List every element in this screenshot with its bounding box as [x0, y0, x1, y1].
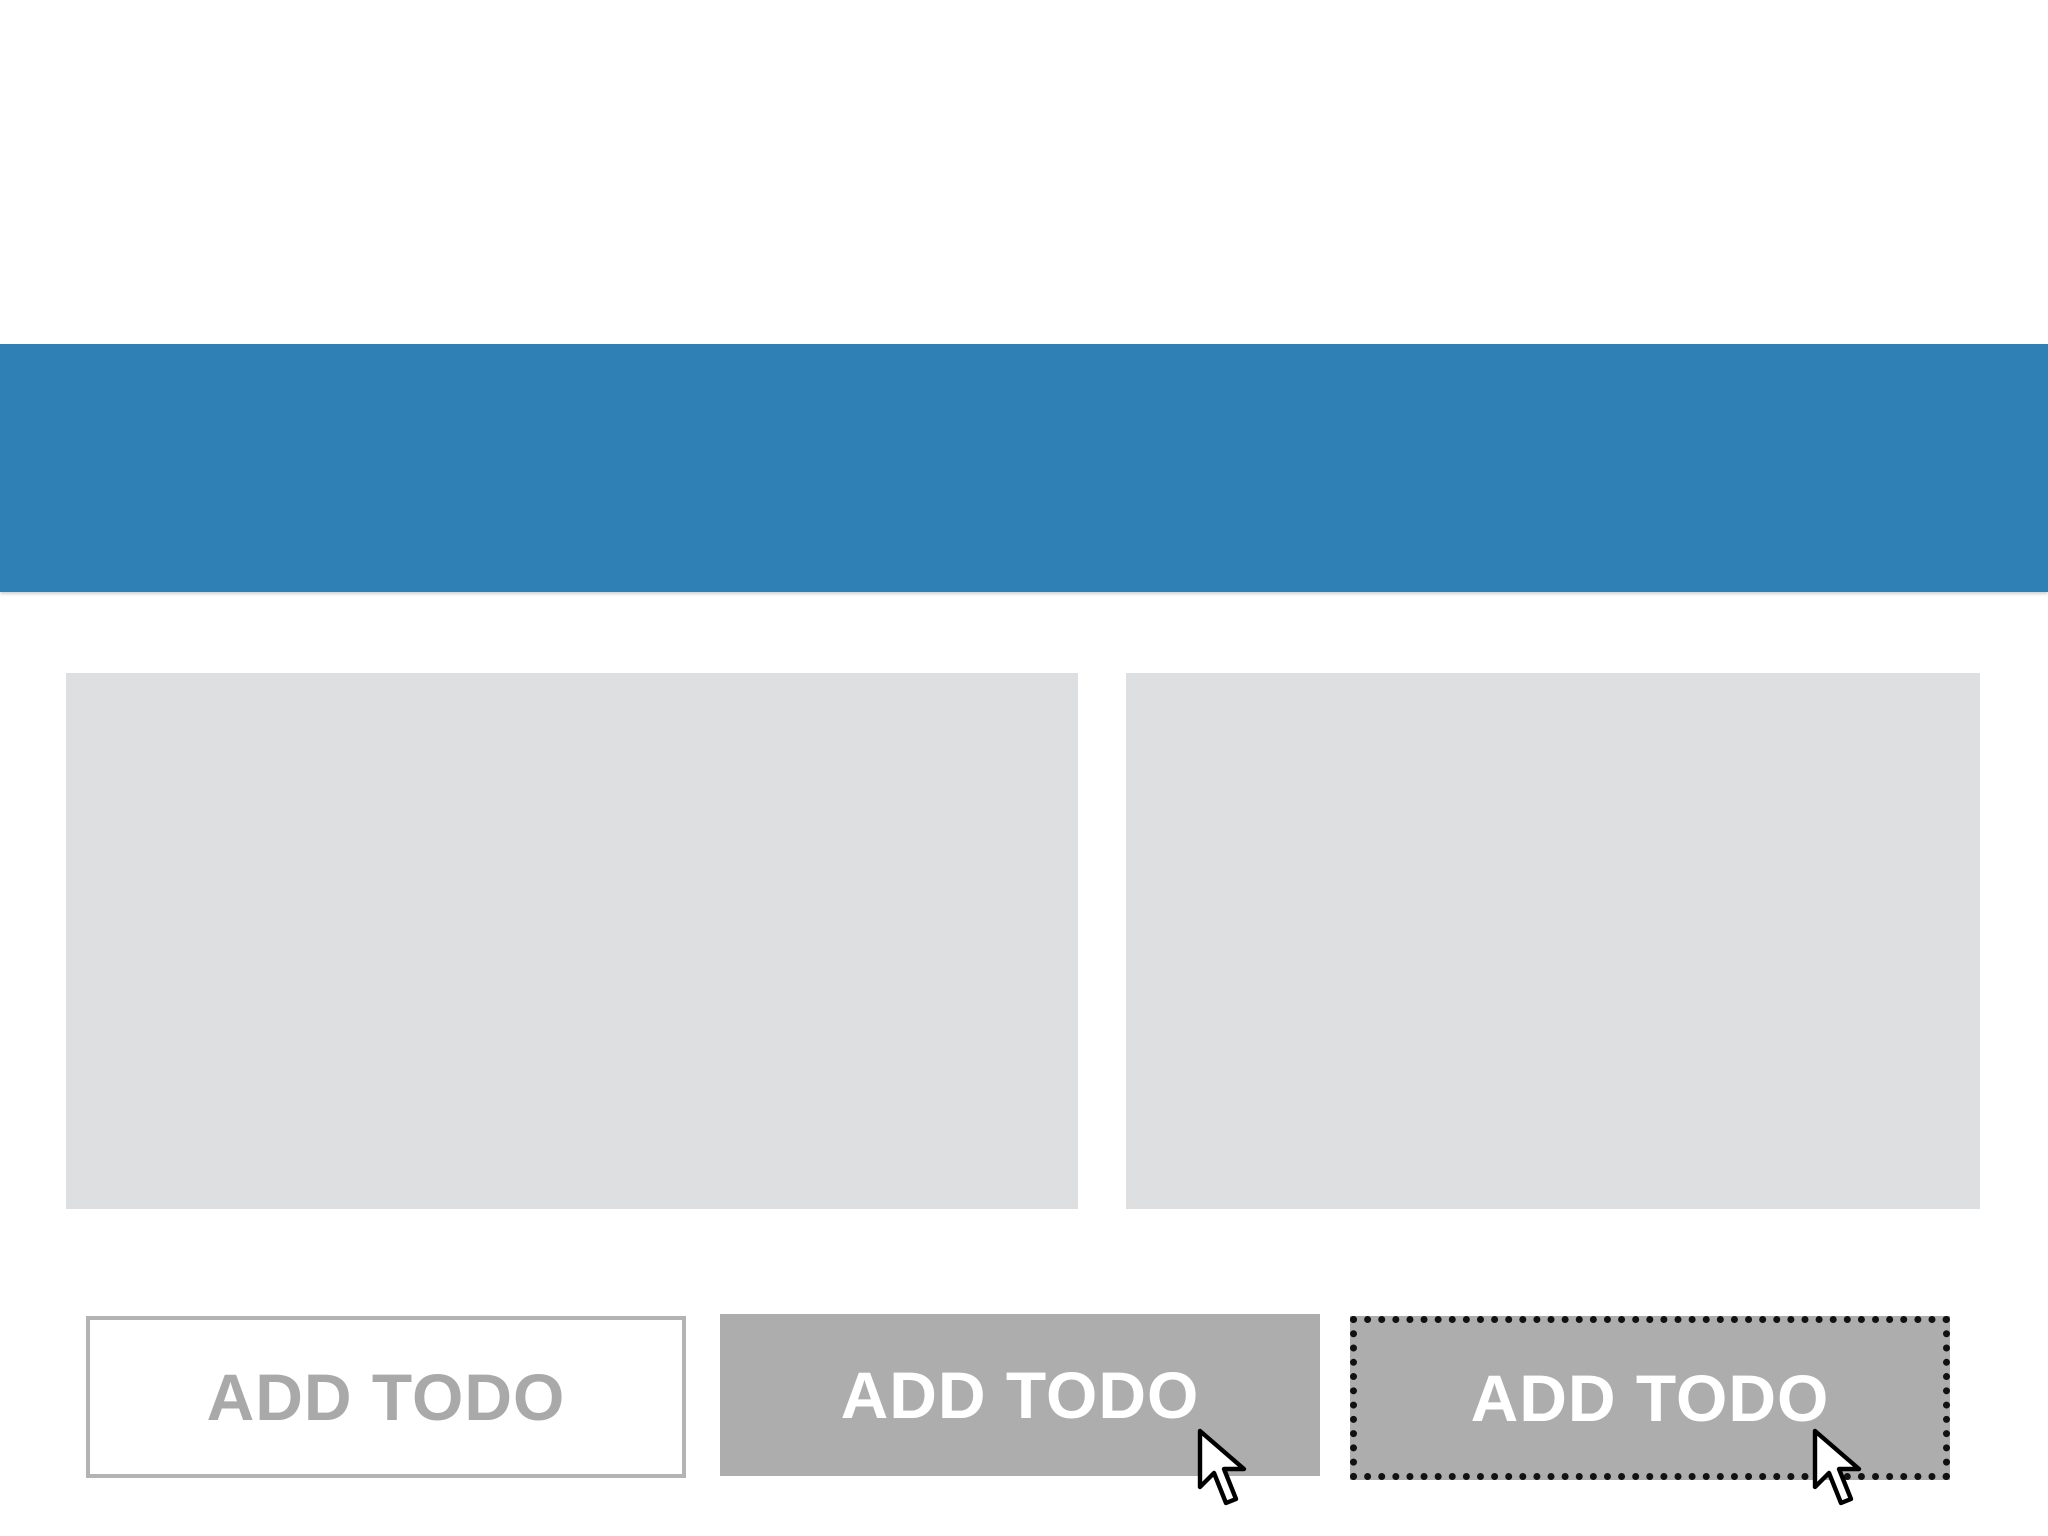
header-bar [0, 344, 2048, 592]
content-panel-right [1126, 673, 1980, 1209]
add-todo-label: ADD TODO [206, 1360, 566, 1434]
content-panel-left [66, 673, 1078, 1209]
add-todo-button-normal[interactable]: ADD TODO [86, 1316, 686, 1478]
mouse-pointer-icon [1197, 1428, 1247, 1506]
add-todo-label: ADD TODO [1470, 1361, 1830, 1435]
add-todo-label: ADD TODO [840, 1358, 1200, 1432]
mouse-pointer-icon [1812, 1428, 1862, 1506]
